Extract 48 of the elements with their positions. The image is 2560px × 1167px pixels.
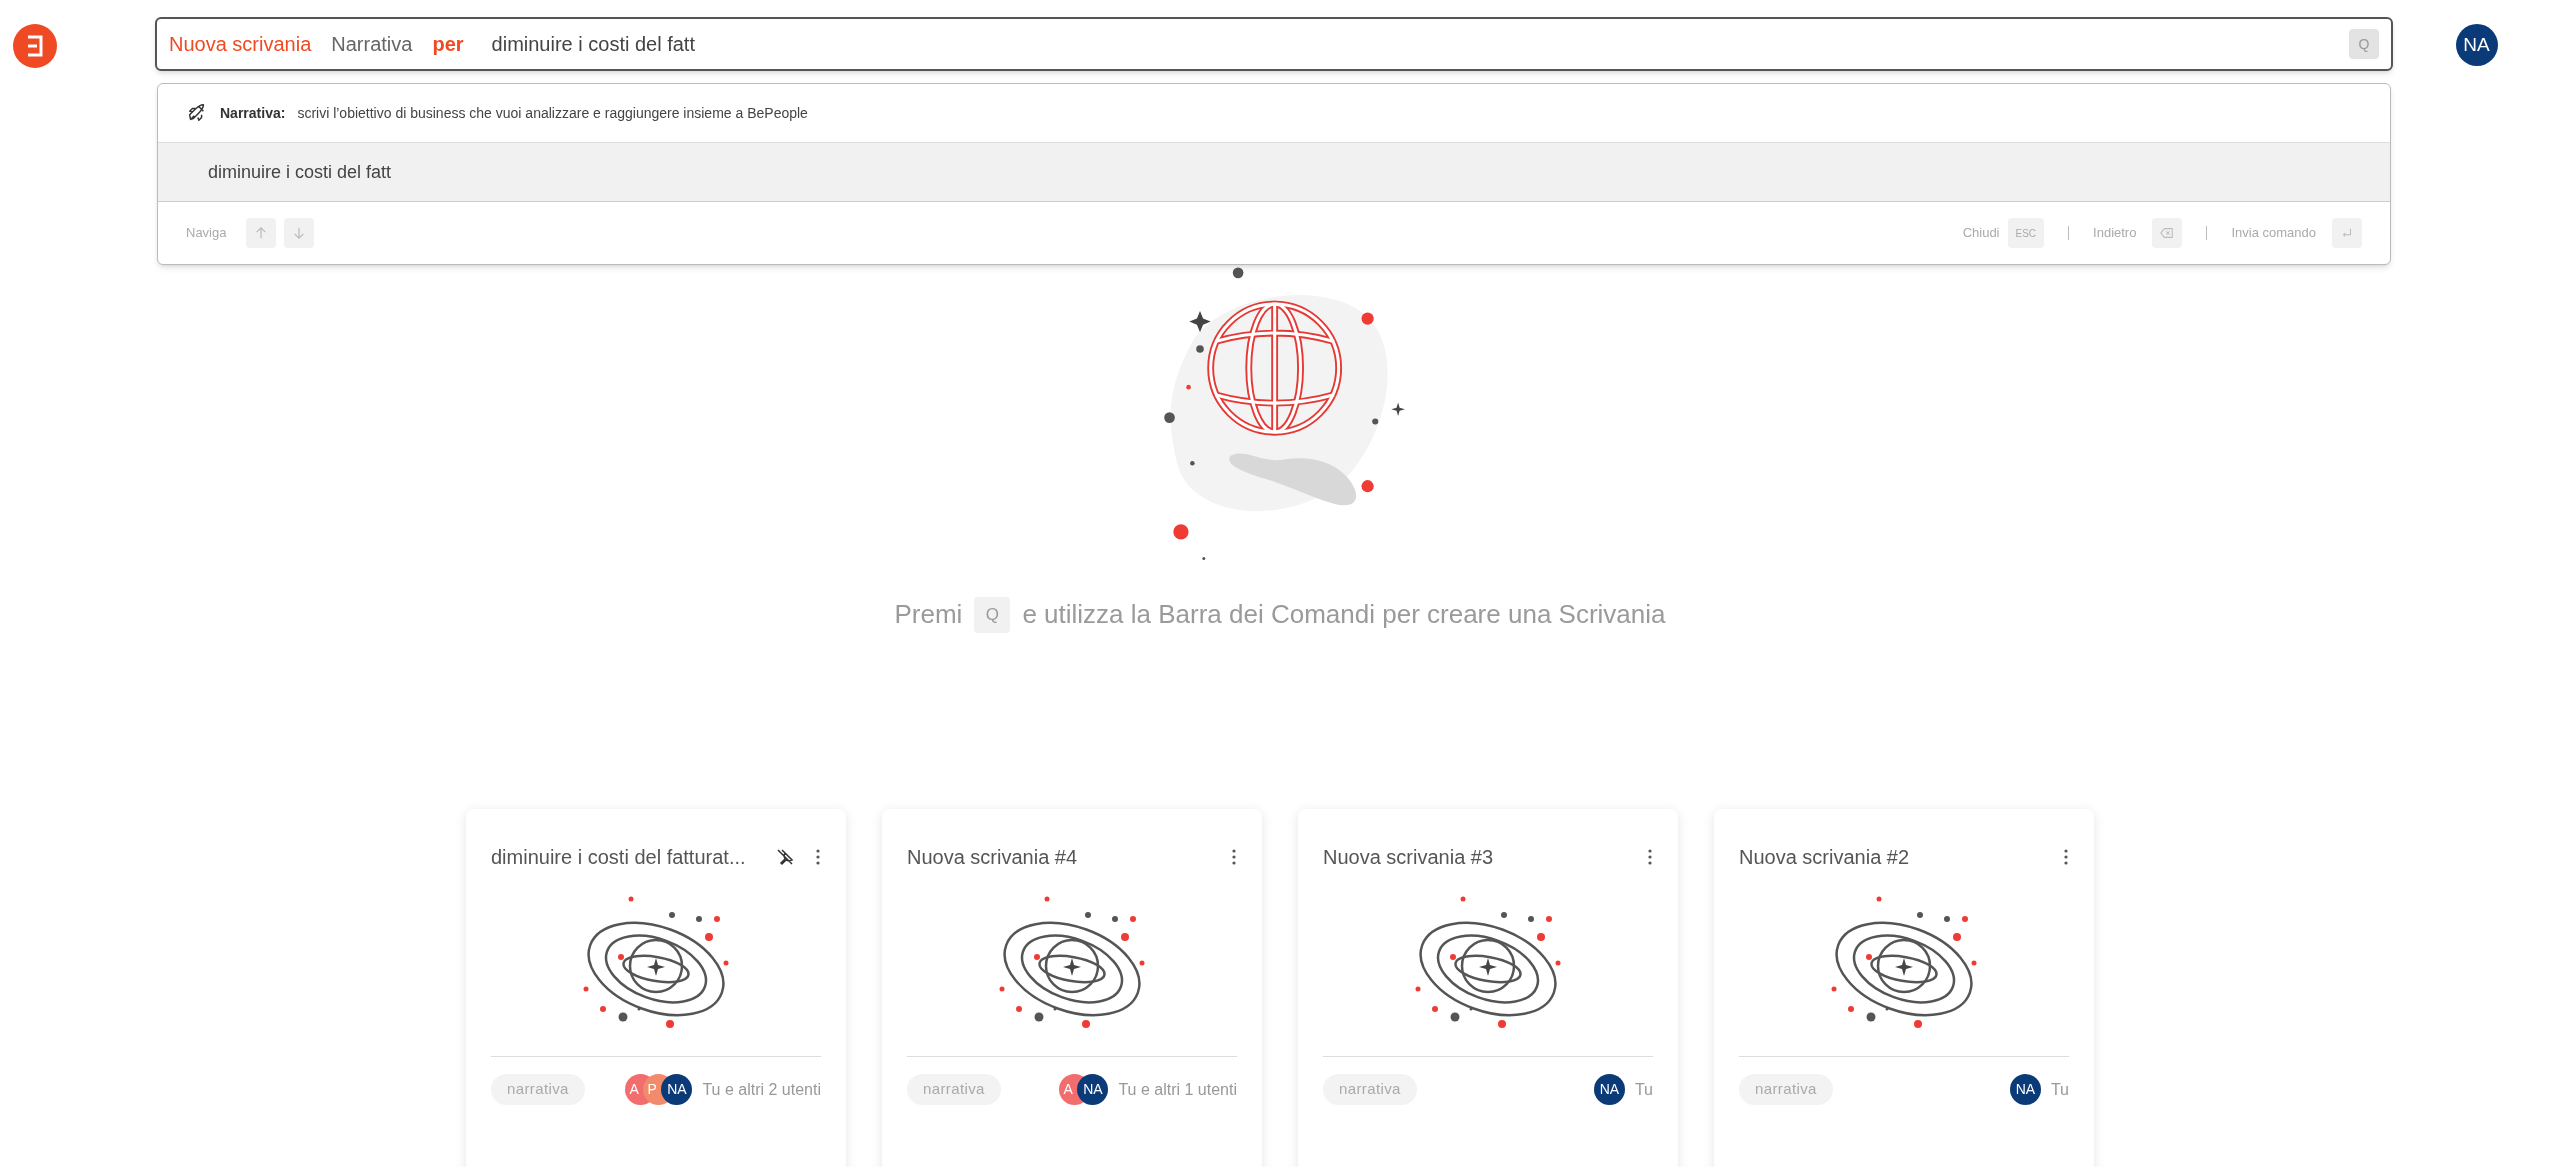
card-title: Nuova scrivania #4 [907,845,1079,870]
desk-card[interactable]: diminuire i costi del fatturat... narrativa A P NA Tu e altri 2 utenti [466,809,846,1167]
arrow-down-icon [292,226,307,240]
user-avatar[interactable]: NA [2455,24,2498,66]
enter-icon [2340,226,2354,240]
shortcut-key: Q [974,596,1011,633]
shortcut-key: Q [2349,29,2379,59]
category-tag: narrativa [1323,1074,1417,1105]
desk-card[interactable]: Nuova scrivania #3 narrativa NA Tu [1298,809,1678,1167]
hint-text: scrivi l’obiettivo di business che vuoi analizzare e raggiungere insieme a BePeople [297,103,808,123]
empty-state-text: Premi [894,598,963,631]
command-token: Narrativa [331,32,413,57]
more-options-icon[interactable] [2063,848,2069,866]
command-token: per [432,32,464,57]
user-avatar: NA [2009,1074,2041,1105]
user-avatar: NA [1593,1074,1625,1105]
more-options-icon[interactable] [815,848,821,866]
desk-card[interactable]: Nuova scrivania #4 narrativa A NA Tu e altri 1 utenti [882,809,1262,1167]
shortcut-label: Chiudi [1962,224,2000,243]
unpin-icon[interactable] [775,847,795,867]
more-options-icon[interactable] [1647,848,1653,866]
hint-label: Narrativa: [220,103,286,123]
shortcut-label: Indietro [2093,224,2137,243]
category-tag: narrativa [1739,1074,1833,1105]
command-bar[interactable]: Nuova scrivania Narrativa per diminuire i costi del fatt Q [155,17,2393,71]
category-tag: narrativa [491,1074,585,1105]
shared-users-text: Tu [1634,1079,1653,1100]
command-input[interactable]: diminuire i costi del fatt [491,29,2349,59]
shared-users-text: Tu [2050,1079,2069,1100]
shortcut-label: Invia comando [2231,224,2316,243]
navigate-label: Naviga [186,224,227,243]
esc-key: ESC [2007,218,2045,248]
command-token: Nuova scrivania [169,32,312,57]
card-title: Nuova scrivania #3 [1323,845,1495,870]
card-title: Nuova scrivania #2 [1739,845,1911,870]
dropdown-option[interactable]: diminuire i costi del fatt [158,143,2390,202]
desk-card[interactable]: Nuova scrivania #2 narrativa NA Tu [1714,809,2094,1167]
shared-users-text: Tu e altri 2 utenti [702,1079,821,1100]
user-avatar: NA [661,1074,693,1105]
backspace-icon [2160,226,2175,240]
category-tag: narrativa [907,1074,1001,1105]
app-logo[interactable] [13,24,57,68]
arrow-up-icon [254,226,269,240]
card-title: diminuire i costi del fatturat... [491,845,747,870]
shared-users-text: Tu e altri 1 utenti [1118,1079,1237,1100]
user-avatar: NA [1077,1074,1109,1105]
empty-state-text: e utilizza la Barra dei Comandi per creare una Scrivania [1022,598,1666,631]
more-options-icon[interactable] [1231,848,1237,866]
